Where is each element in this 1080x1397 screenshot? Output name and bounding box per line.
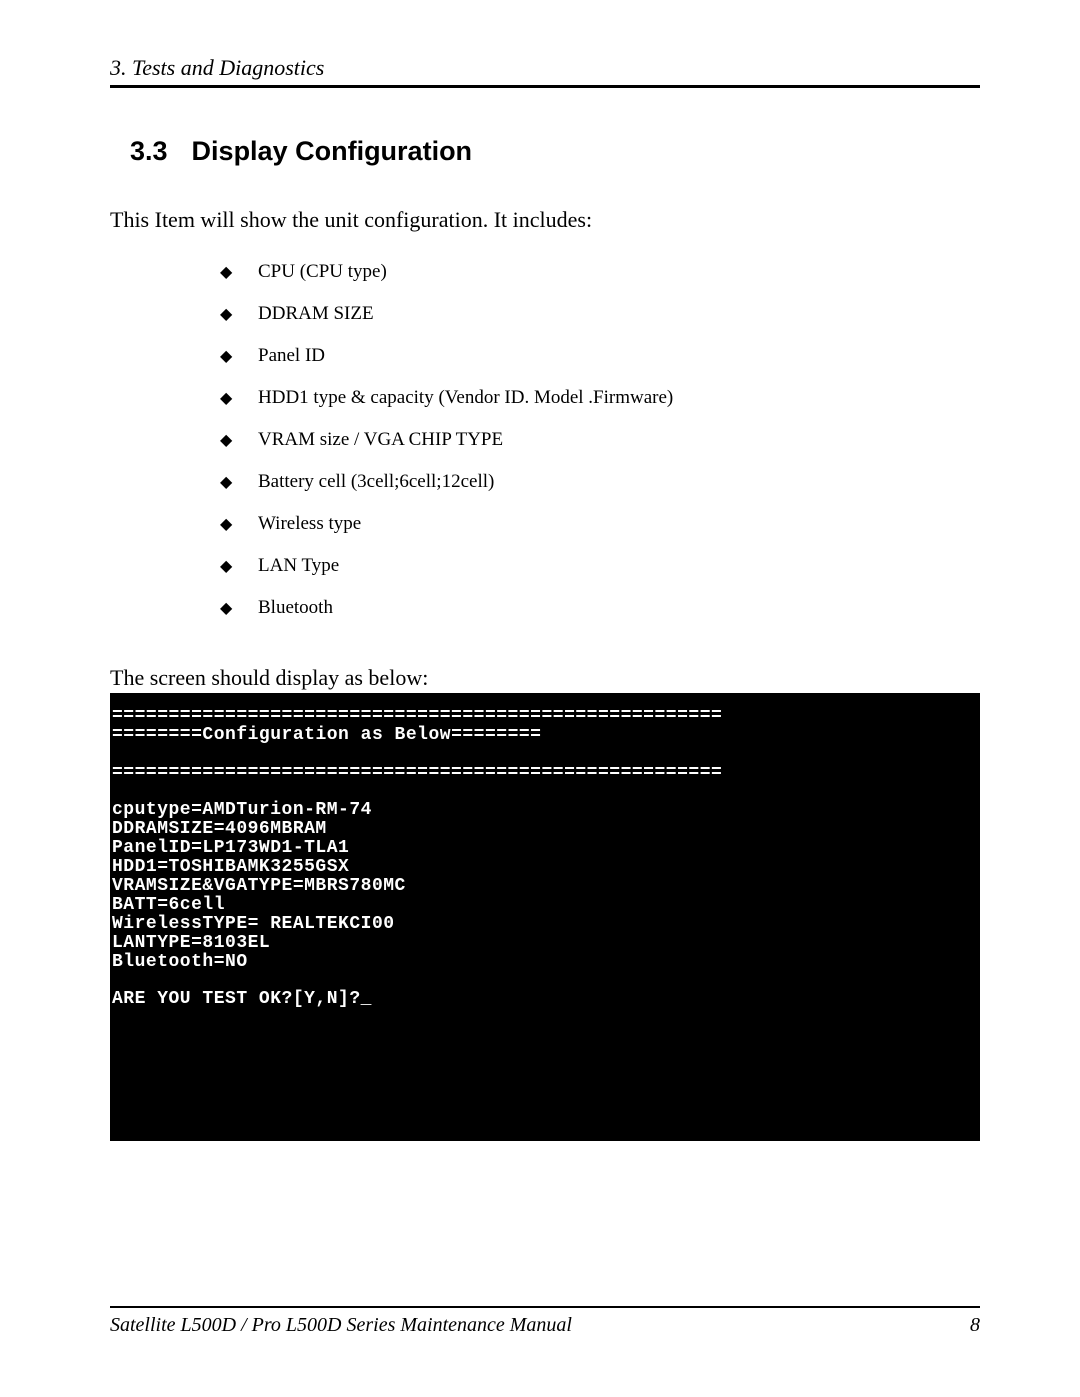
console-line: Bluetooth=NO — [112, 952, 248, 972]
section-title-text: Display Configuration — [192, 136, 473, 166]
console-output: ========================================… — [110, 693, 980, 1141]
list-item-text: DDRAM SIZE — [258, 303, 374, 325]
intro-paragraph: This Item will show the unit configurati… — [110, 207, 980, 233]
list-item: ◆Bluetooth — [220, 597, 980, 619]
console-line: HDD1=TOSHIBAMK3255GSX — [112, 857, 349, 877]
list-item-text: Wireless type — [258, 513, 361, 535]
config-bullet-list: ◆CPU (CPU type) ◆DDRAM SIZE ◆Panel ID ◆H… — [220, 261, 980, 639]
list-item-text: VRAM size / VGA CHIP TYPE — [258, 429, 503, 451]
bullet-icon: ◆ — [220, 514, 258, 534]
list-item: ◆VRAM size / VGA CHIP TYPE — [220, 429, 980, 451]
console-line: WirelessTYPE= REALTEKCI00 — [112, 914, 395, 934]
console-line: LANTYPE=8103EL — [112, 933, 270, 953]
console-title-right: ======== — [451, 726, 541, 745]
list-item-text: Bluetooth — [258, 597, 333, 619]
list-item: ◆LAN Type — [220, 555, 980, 577]
console-title-center: Configuration as Below — [202, 726, 451, 745]
intro-text: This Item will show the unit configurati… — [110, 207, 592, 232]
bullet-icon: ◆ — [220, 388, 258, 408]
screen-intro: The screen should display as below: — [110, 665, 980, 691]
list-item: ◆Panel ID — [220, 345, 980, 367]
list-item: ◆DDRAM SIZE — [220, 303, 980, 325]
console-divider: ========================================… — [112, 763, 722, 783]
console-line: BATT=6cell — [112, 895, 225, 915]
list-item: ◆HDD1 type & capacity (Vendor ID. Model … — [220, 387, 980, 409]
screen-intro-text: The screen should display as below: — [110, 665, 428, 690]
list-item-text: Battery cell (3cell;6cell;12cell) — [258, 471, 494, 493]
list-item-text: HDD1 type & capacity (Vendor ID. Model .… — [258, 387, 673, 409]
bullet-icon: ◆ — [220, 556, 258, 576]
console-line: cputype=AMDTurion-RM-74 — [112, 800, 372, 820]
console-prompt: ARE YOU TEST OK?[Y,N]?_ — [112, 989, 372, 1009]
chapter-header-text: 3. Tests and Diagnostics — [110, 55, 324, 80]
page-number: 8 — [970, 1314, 980, 1337]
bullet-icon: ◆ — [220, 598, 258, 618]
bullet-icon: ◆ — [220, 262, 258, 282]
list-item-text: CPU (CPU type) — [258, 261, 387, 283]
list-item-text: Panel ID — [258, 345, 325, 367]
list-item: ◆Wireless type — [220, 513, 980, 535]
chapter-header: 3. Tests and Diagnostics — [110, 55, 980, 88]
section-number: 3.3 — [130, 136, 168, 166]
page-container: 3. Tests and Diagnostics 3.3 Display Conf… — [0, 0, 1080, 1397]
list-item: ◆Battery cell (3cell;6cell;12cell) — [220, 471, 980, 493]
page-footer: Satellite L500D / Pro L500D Series Maint… — [110, 1306, 980, 1337]
bullet-icon: ◆ — [220, 430, 258, 450]
console-line: DDRAMSIZE=4096MBRAM — [112, 819, 327, 839]
bullet-icon: ◆ — [220, 472, 258, 492]
console-line: PanelID=LP173WD1-TLA1 — [112, 838, 349, 858]
bullet-icon: ◆ — [220, 304, 258, 324]
console-divider: ========================================… — [112, 706, 722, 726]
section-title: 3.3 Display Configuration — [130, 136, 980, 167]
list-item: ◆CPU (CPU type) — [220, 261, 980, 283]
list-item-text: LAN Type — [258, 555, 339, 577]
console-line: VRAMSIZE&VGATYPE=MBRS780MC — [112, 876, 406, 896]
bullet-icon: ◆ — [220, 346, 258, 366]
footer-title: Satellite L500D / Pro L500D Series Maint… — [110, 1314, 572, 1337]
console-title-left: ======== — [112, 726, 202, 745]
